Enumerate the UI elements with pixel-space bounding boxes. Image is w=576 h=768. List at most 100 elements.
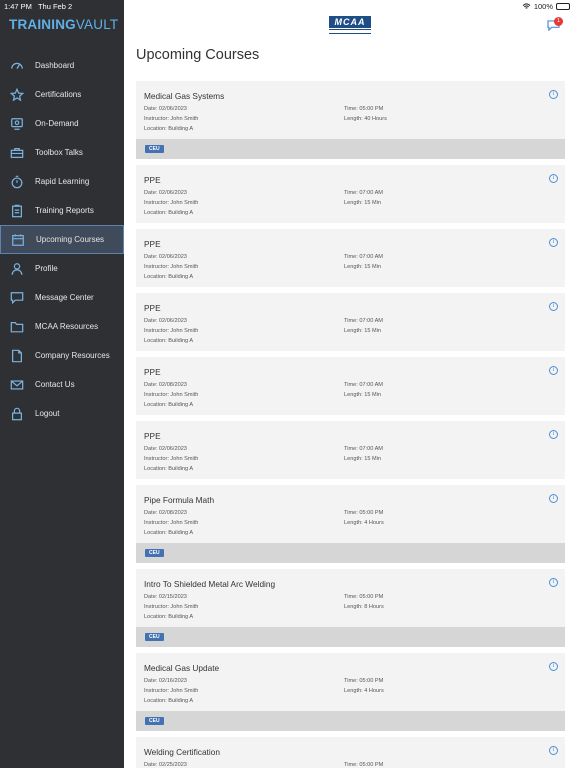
course-location: Location: Building A	[144, 209, 194, 216]
sidebar-item-profile[interactable]: Profile	[0, 254, 124, 283]
course-time: Time: 07:00 AM	[344, 318, 383, 324]
info-icon[interactable]: i	[549, 430, 558, 439]
course-instructor: Instructor: John Smith	[144, 455, 199, 462]
course-card[interactable]: PPE Date: 02/06/2023 Instructor: John Smit…	[136, 165, 565, 223]
course-instructor: Instructor: John Smith	[144, 327, 199, 334]
sidebar-item-label: Message Center	[35, 293, 94, 302]
info-icon[interactable]: i	[549, 746, 558, 755]
sidebar-item-label: Dashboard	[35, 61, 75, 70]
sidebar-item-on-demand[interactable]: On-Demand	[0, 109, 124, 138]
course-length: Length: 4 Hours	[344, 687, 384, 694]
course-card[interactable]: PPE Date: 02/08/2023 Instructor: John Smit…	[136, 357, 565, 415]
info-icon[interactable]: i	[549, 238, 558, 247]
course-title: PPE	[144, 175, 161, 185]
course-instructor: Instructor: John Smith	[144, 199, 199, 206]
ceu-badge: CEU	[145, 717, 164, 725]
course-date: Date: 02/06/2023	[144, 190, 187, 196]
course-instructor: Instructor: John Smith	[144, 263, 199, 270]
course-title: PPE	[144, 431, 161, 441]
course-instructor: Instructor: John Smith	[144, 687, 199, 694]
course-instructor: Instructor: John Smith	[144, 519, 199, 526]
course-time: Time: 07:00 AM	[344, 382, 383, 388]
sidebar-item-label: On-Demand	[35, 119, 79, 128]
course-card[interactable]: Intro To Shielded Metal Arc Welding Date:…	[136, 569, 565, 647]
battery-percent: 100%	[533, 1, 553, 11]
ceu-strip: CEU	[136, 711, 565, 731]
course-location: Location: Building A	[144, 529, 194, 536]
course-location: Location: Building A	[144, 697, 194, 704]
course-title: Pipe Formula Math	[144, 495, 215, 505]
course-location: Location: Building A	[144, 613, 194, 620]
dashboard-icon	[9, 58, 25, 74]
info-icon[interactable]: i	[549, 302, 558, 311]
status-date: Thu Feb 2	[37, 1, 73, 11]
sidebar-item-contact-us[interactable]: Contact Us	[0, 370, 124, 399]
info-icon[interactable]: i	[549, 90, 558, 99]
course-length: Length: 40 Hours	[344, 115, 387, 122]
course-card[interactable]: PPE Date: 02/06/2023 Instructor: John Smit…	[136, 229, 565, 287]
calendar-icon	[10, 232, 26, 248]
star-icon	[9, 87, 25, 103]
document-icon	[9, 348, 25, 364]
ceu-badge: CEU	[145, 145, 164, 153]
course-date: Date: 02/15/2023	[144, 594, 187, 600]
sidebar-item-mcaa-resources[interactable]: MCAA Resources	[0, 312, 124, 341]
course-instructor: Instructor: John Smith	[144, 391, 199, 398]
ceu-badge: CEU	[145, 549, 164, 557]
course-length: Length: 15 Min	[344, 263, 382, 270]
monitor-icon	[9, 116, 25, 132]
info-icon[interactable]: i	[549, 662, 558, 671]
course-title: PPE	[144, 239, 161, 249]
course-date: Date: 02/06/2023	[144, 446, 187, 452]
status-time: 1:47 PM	[4, 1, 32, 11]
sidebar-item-label: Contact Us	[35, 380, 75, 389]
course-time: Time: 05:00 PM	[344, 762, 384, 768]
folder-icon	[9, 319, 25, 335]
course-time: Time: 07:00 AM	[344, 446, 383, 452]
course-card[interactable]: Pipe Formula Math Date: 02/08/2023 Instruc…	[136, 485, 565, 563]
course-date: Date: 02/06/2023	[144, 318, 187, 324]
clipboard-icon	[9, 203, 25, 219]
course-card[interactable]: Medical Gas Update Date: 02/16/2023 Instru…	[136, 653, 565, 731]
sidebar-item-dashboard[interactable]: Dashboard	[0, 51, 124, 80]
page-title: Upcoming Courses	[136, 47, 260, 63]
info-icon[interactable]: i	[549, 494, 558, 503]
course-card[interactable]: Welding Certification Date: 02/25/2023 Tim…	[136, 737, 565, 768]
sidebar-item-toolbox-talks[interactable]: Toolbox Talks	[0, 138, 124, 167]
sidebar-item-upcoming-courses[interactable]: Upcoming Courses	[0, 225, 124, 254]
course-list: Medical Gas Systems Date: 02/06/2023 Instr…	[136, 81, 565, 768]
course-time: Time: 05:00 PM	[344, 594, 384, 600]
course-length: Length: 8 Hours	[344, 603, 384, 610]
info-icon[interactable]: i	[549, 174, 558, 183]
lock-icon	[9, 406, 25, 422]
ceu-badge: CEU	[145, 633, 164, 641]
sidebar-item-certifications[interactable]: Certifications	[0, 80, 124, 109]
sidebar-item-label: MCAA Resources	[35, 322, 99, 331]
course-title: Welding Certification	[144, 747, 220, 757]
ceu-strip: CEU	[136, 139, 565, 159]
sidebar-item-message-center[interactable]: Message Center	[0, 283, 124, 312]
course-location: Location: Building A	[144, 273, 194, 280]
sidebar: TRAININGVAULT Dashboard Certifications On-…	[0, 0, 124, 768]
toolbox-icon	[9, 145, 25, 161]
sidebar-item-logout[interactable]: Logout	[0, 399, 124, 428]
course-length: Length: 4 Hours	[344, 519, 384, 526]
course-card[interactable]: PPE Date: 02/06/2023 Instructor: John Smit…	[136, 421, 565, 479]
info-icon[interactable]: i	[549, 366, 558, 375]
course-length: Length: 15 Min	[344, 199, 382, 206]
notification-badge: 1	[554, 17, 563, 26]
messages-button[interactable]: 1	[546, 17, 564, 31]
info-icon[interactable]: i	[549, 578, 558, 587]
mcaa-logo: MCAA	[329, 16, 371, 34]
ceu-strip: CEU	[136, 627, 565, 647]
course-card[interactable]: PPE Date: 02/06/2023 Instructor: John Smit…	[136, 293, 565, 351]
course-length: Length: 15 Min	[344, 391, 382, 398]
course-location: Location: Building A	[144, 337, 194, 344]
sidebar-item-label: Logout	[35, 409, 60, 418]
sidebar-item-rapid-learning[interactable]: Rapid Learning	[0, 167, 124, 196]
sidebar-item-company-resources[interactable]: Company Resources	[0, 341, 124, 370]
course-time: Time: 05:00 PM	[344, 106, 384, 112]
course-card[interactable]: Medical Gas Systems Date: 02/06/2023 Instr…	[136, 81, 565, 159]
sidebar-nav: Dashboard Certifications On-Demand Toolbox …	[0, 51, 124, 428]
sidebar-item-training-reports[interactable]: Training Reports	[0, 196, 124, 225]
